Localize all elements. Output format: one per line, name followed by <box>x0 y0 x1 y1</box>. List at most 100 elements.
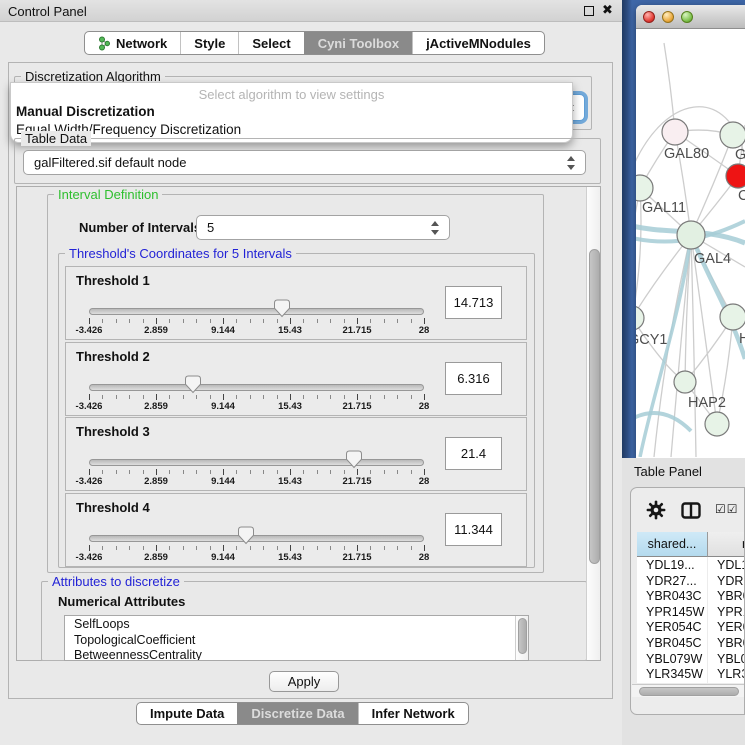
tick-label: 15.43 <box>268 401 312 412</box>
close-button[interactable] <box>643 11 655 23</box>
network-node-ga[interactable] <box>720 122 745 148</box>
threshold-value-input[interactable]: 21.4 <box>445 437 502 470</box>
table-hscrollbar[interactable] <box>632 684 745 697</box>
threshold-value-input[interactable]: 6.316 <box>445 362 502 395</box>
table-hscrollbar-thumb[interactable] <box>639 687 739 696</box>
bottom-tab-infer-network[interactable]: Infer Network <box>358 703 468 724</box>
network-window-titlebar[interactable] <box>636 5 745 29</box>
zoom-button[interactable] <box>681 11 693 23</box>
tick-mark <box>169 546 170 550</box>
tick-mark <box>102 395 103 399</box>
threshold-slider-thumb[interactable] <box>185 375 201 394</box>
minimize-button[interactable] <box>662 11 674 23</box>
list-scrollbar-thumb[interactable] <box>518 618 527 654</box>
cell-name: YER0 <box>708 619 745 635</box>
network-canvas[interactable]: GAL80GACGAL11GAL4GCY1HHAP2 <box>636 29 745 458</box>
table-row[interactable]: YPR145WYPR1 <box>637 604 745 620</box>
attribute-list-item[interactable]: BetweennessCentrality <box>65 648 528 661</box>
table-row[interactable]: YBR045CYBR0 <box>637 635 745 651</box>
tick-mark <box>156 318 157 324</box>
table-panel-region: Table Panel <box>622 458 745 745</box>
network-node-label: GAL80 <box>664 146 709 162</box>
tab-label: jActiveMNodules <box>426 36 531 51</box>
network-node-label: GA <box>735 147 745 163</box>
tick-mark <box>129 395 130 399</box>
network-graph: GAL80GACGAL11GAL4GCY1HHAP2 <box>636 29 745 457</box>
network-node[interactable] <box>705 412 729 436</box>
tick-mark <box>102 319 103 323</box>
threshold-slider-track[interactable] <box>89 535 424 542</box>
checkbox-icons[interactable]: ☑☑ <box>715 502 739 516</box>
num-intervals-value: 5 <box>207 220 214 235</box>
attribute-list-item[interactable]: TopologicalCoefficient <box>65 633 528 649</box>
tab-cyni-toolbox[interactable]: Cyni Toolbox <box>304 32 412 54</box>
attributes-listbox[interactable]: SelfLoopsTopologicalCoefficientBetweenne… <box>64 615 529 661</box>
tick-label: 2.859 <box>134 325 178 336</box>
tab-network[interactable]: Network <box>85 32 180 54</box>
tab-jactivemnodules[interactable]: jActiveMNodules <box>412 32 544 54</box>
tick-mark <box>290 394 291 400</box>
threshold-value-input[interactable]: 14.713 <box>445 286 502 319</box>
dropdown-option-manual[interactable]: Manual Discretization <box>16 104 155 119</box>
tick-mark <box>89 394 90 400</box>
tick-mark <box>169 319 170 323</box>
threshold-slider-thumb[interactable] <box>238 526 254 545</box>
bottom-tab-impute-data[interactable]: Impute Data <box>137 703 237 724</box>
tick-label: 21.715 <box>335 401 379 412</box>
threshold-slider-track[interactable] <box>89 308 424 315</box>
float-window-icon[interactable] <box>584 6 594 16</box>
table-row[interactable]: YER054CYER0 <box>637 619 745 635</box>
table-row[interactable]: YBL079WYBL0 <box>637 651 745 667</box>
network-edge <box>636 413 691 431</box>
close-panel-icon[interactable]: ✖ <box>602 2 613 18</box>
tab-style[interactable]: Style <box>180 32 238 54</box>
tick-mark <box>116 470 117 474</box>
threshold-slider-thumb[interactable] <box>274 299 290 318</box>
control-panel-titlebar[interactable]: Control Panel ✖ <box>0 0 622 22</box>
tab-label: Select <box>252 36 290 51</box>
network-node-c[interactable] <box>726 164 745 188</box>
tick-label: 28 <box>402 552 446 563</box>
threshold-value-input[interactable]: 11.344 <box>445 513 502 546</box>
columns-icon[interactable] <box>681 502 701 524</box>
tick-mark <box>397 546 398 550</box>
tick-label: 28 <box>402 476 446 487</box>
tick-mark <box>384 470 385 474</box>
apply-button[interactable]: Apply <box>269 671 339 692</box>
thresholds-legend: Threshold's Coordinates for 5 Intervals <box>65 246 296 261</box>
tick-mark <box>344 395 345 399</box>
threshold-slider-track[interactable] <box>89 384 424 391</box>
attribute-list-item[interactable]: SelfLoops <box>65 617 528 633</box>
table-row[interactable]: YLR345WYLR3 <box>637 666 745 682</box>
threshold-slider-thumb[interactable] <box>346 450 362 469</box>
threshold-panel: Threshold 2-3.4262.8599.14415.4321.71528… <box>65 342 527 416</box>
control-panel-title: Control Panel <box>8 4 87 19</box>
network-node-gcy1[interactable] <box>636 306 644 330</box>
tick-label: 21.715 <box>335 325 379 336</box>
column-header-shared-name[interactable]: shared... <box>637 532 708 557</box>
network-view-window[interactable]: GAL80GACGAL11GAL4GCY1HHAP2 <box>636 5 745 458</box>
tick-mark <box>397 395 398 399</box>
network-node-gal80[interactable] <box>662 119 688 145</box>
cell-name: YBR0 <box>708 635 745 651</box>
threshold-slider-track[interactable] <box>89 459 424 466</box>
settings-scrollbar[interactable] <box>586 187 600 660</box>
list-scrollbar[interactable] <box>515 616 528 660</box>
tick-mark <box>210 319 211 323</box>
tab-select[interactable]: Select <box>238 32 303 54</box>
settings-scrollbar-thumb[interactable] <box>589 249 600 564</box>
table-row[interactable]: YBR043CYBR0 <box>637 588 745 604</box>
network-node-h[interactable] <box>720 304 745 330</box>
table-row[interactable]: YDL19...YDL1 <box>637 557 745 573</box>
table-row[interactable]: YIL052CYIL0 <box>637 682 745 683</box>
bottom-tab-discretize-data[interactable]: Discretize Data <box>237 703 357 724</box>
tick-mark <box>156 394 157 400</box>
network-node-gal4[interactable] <box>677 221 705 249</box>
table-row[interactable]: YDR27...YDR2 <box>637 573 745 589</box>
tick-mark <box>384 546 385 550</box>
table-data-combobox[interactable]: galFiltered.sif default node <box>23 150 586 175</box>
network-node-hap2[interactable] <box>674 371 696 393</box>
column-header-name[interactable]: na <box>708 532 745 557</box>
gear-icon[interactable] <box>646 500 666 525</box>
num-intervals-spinner[interactable]: 5 <box>196 215 450 240</box>
